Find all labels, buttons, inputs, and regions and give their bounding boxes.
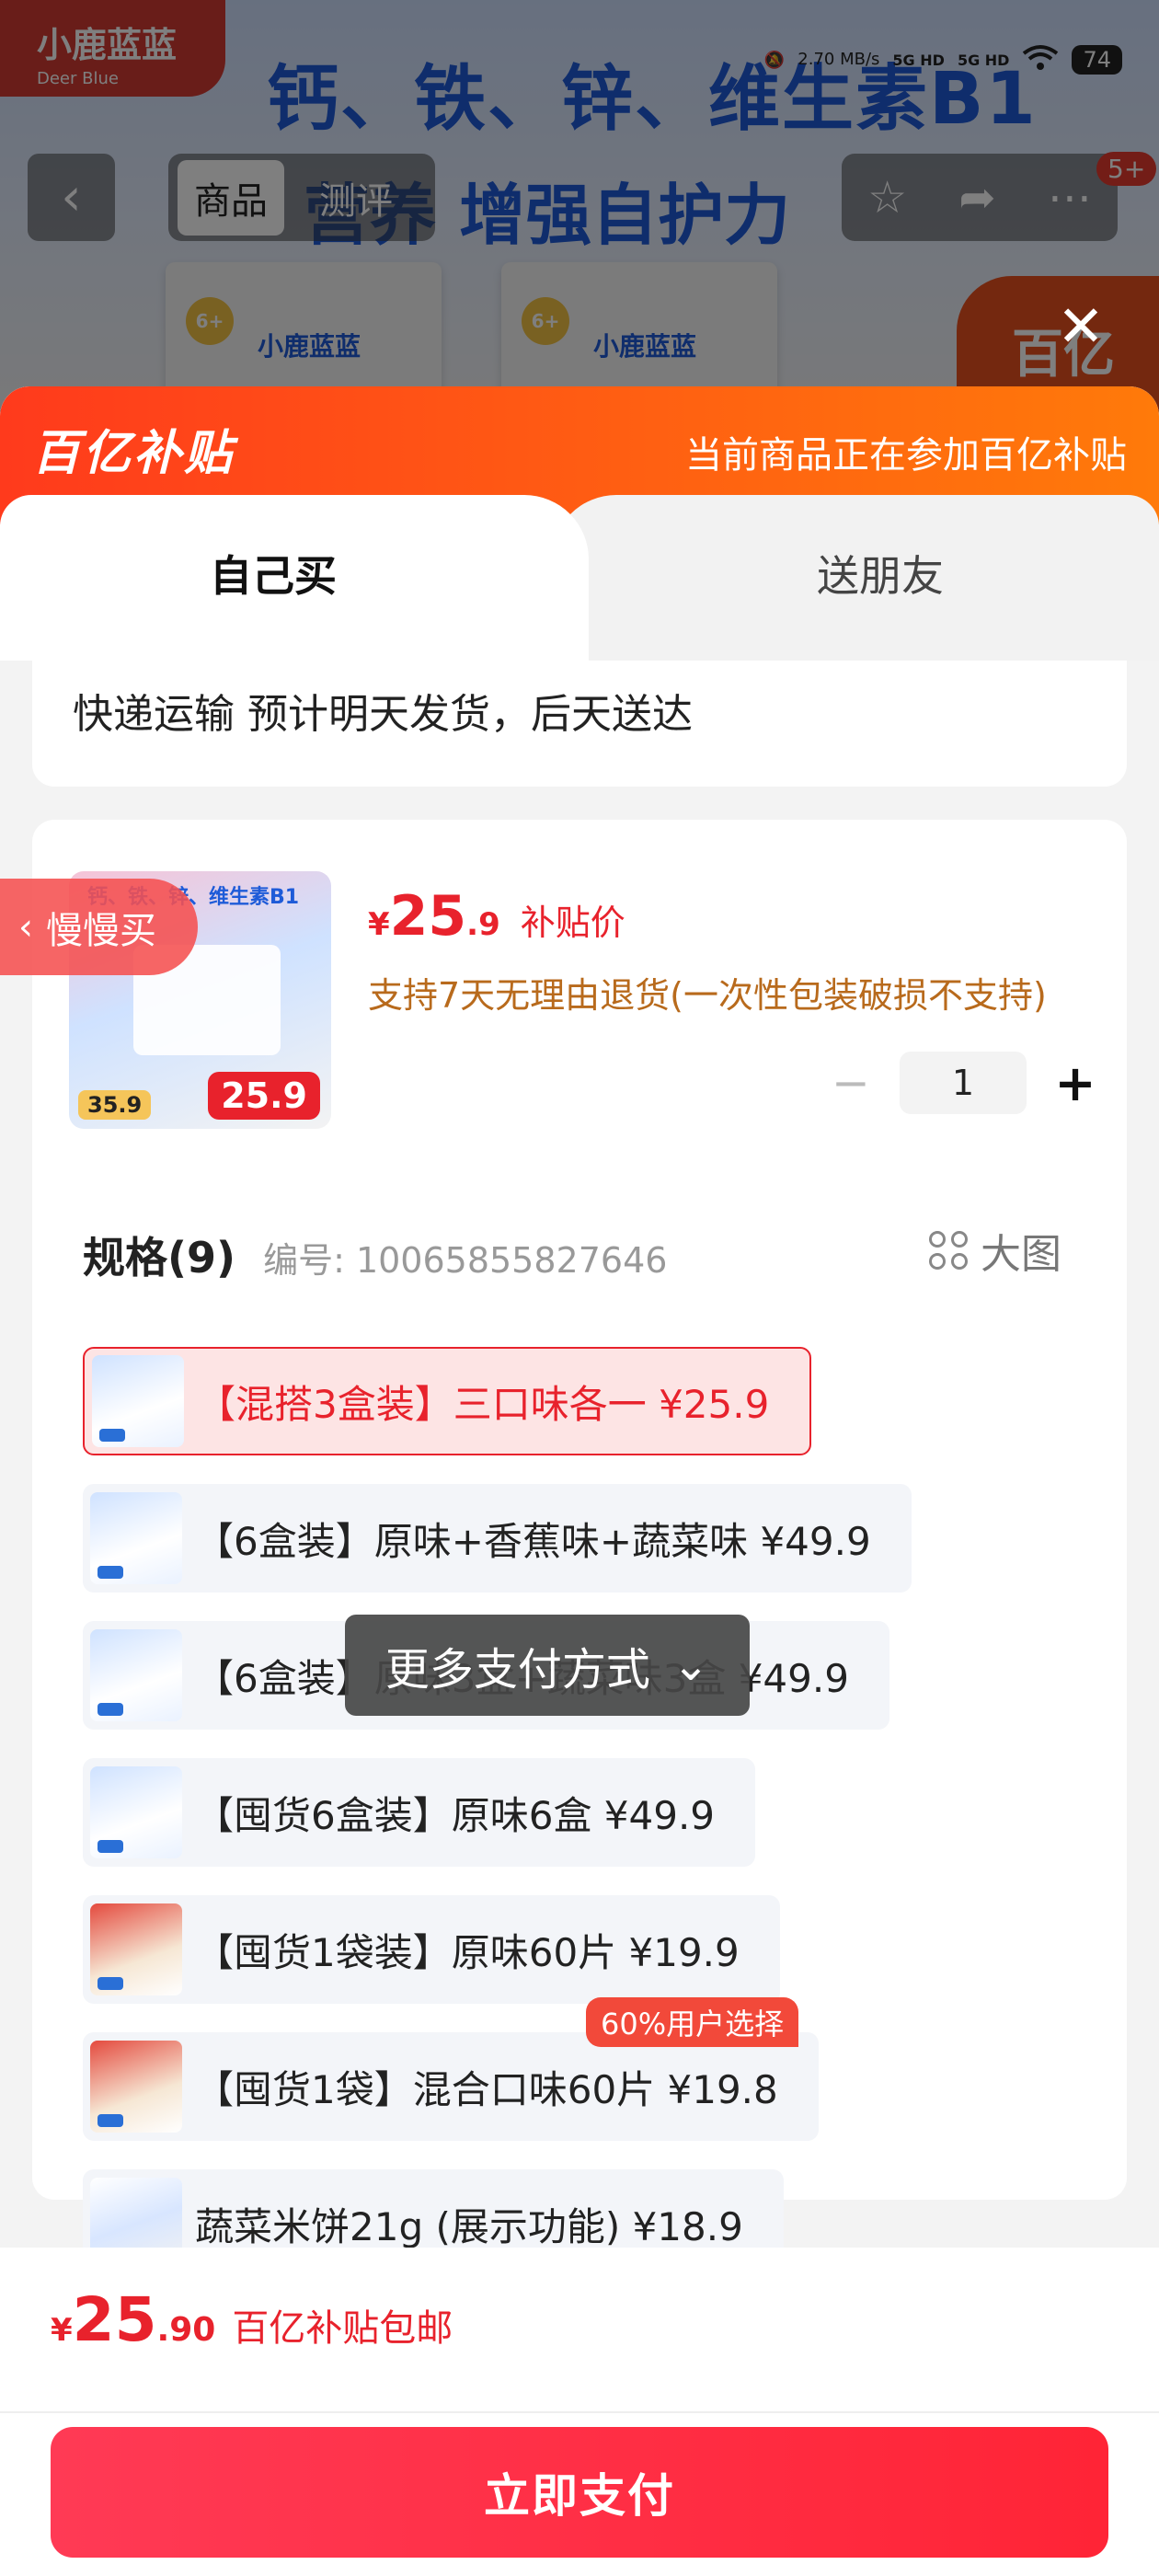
option-thumbnail (90, 2041, 182, 2133)
chevron-double-down-icon: ⌄ (671, 1639, 710, 1691)
free-shipping-label: 百亿补贴包邮 (232, 2307, 453, 2350)
price-decimal: .9 (466, 906, 500, 943)
total-integer: 25 (72, 2284, 157, 2355)
shipping-info: 快递运输 预计明天发货，后天送达 (73, 691, 693, 738)
total-decimal: .90 (156, 2311, 216, 2349)
grid-icon (929, 1231, 968, 1270)
dim-overlay[interactable] (0, 0, 1159, 432)
tab-buy-self[interactable]: 自己买 (210, 543, 337, 604)
slow-buy-button[interactable]: ‹ 慢慢买 (0, 879, 198, 975)
option-label: 【6盒装】原味+香蕉味+蔬菜味 ¥49.9 (195, 1518, 871, 1564)
spec-title: 规格(9) (83, 1233, 236, 1282)
spec-option[interactable]: 【6盒装】原味+香蕉味+蔬菜味 ¥49.9 (83, 1484, 912, 1593)
return-policy: 支持7天无理由退货(一次性包装破损不支持) (368, 975, 1047, 1016)
subsidy-price: ¥ 25 .9 补贴价 (368, 884, 625, 949)
shipping-card: 快递运输 预计明天发货，后天送达 (32, 661, 1127, 787)
thumb-original-price: 35.9 (78, 1090, 152, 1120)
big-image-button[interactable]: 大图 (929, 1221, 1061, 1280)
option-thumbnail (90, 1492, 182, 1584)
quantity-stepper: − 1 + (828, 1052, 1098, 1114)
close-icon[interactable]: ✕ (1049, 294, 1113, 359)
chevron-left-icon: ‹ (18, 905, 33, 949)
more-payment-button[interactable]: 更多支付方式 ⌄ (345, 1615, 750, 1716)
buy-mode-tabs: 自己买 送朋友 (0, 495, 1159, 662)
purchase-sheet: 百亿补贴 当前商品正在参加百亿补贴 自己买 送朋友 快递运输 预计明天发货，后天… (0, 386, 1159, 2576)
spec-option[interactable]: 【囤货1袋装】原味60片 ¥19.9 (83, 1895, 780, 2004)
pay-now-button[interactable]: 立即支付 (51, 2427, 1108, 2558)
price-integer: 25 (389, 884, 467, 949)
quantity-minus-button[interactable]: − (828, 1056, 874, 1110)
spec-option[interactable]: 【囤货6盒装】原味6盒 ¥49.9 (83, 1758, 756, 1867)
total-price: ¥ 25 .90 百亿补贴包邮 (51, 2284, 453, 2355)
popular-choice-badge: 60%用户选择 (586, 1997, 799, 2047)
spec-header: 规格(9) 编号: 10065855827646 (83, 1225, 667, 1285)
tab-send-friend[interactable]: 送朋友 (817, 543, 944, 604)
spec-option[interactable]: 【混搭3盒装】三口味各一 ¥25.9 (83, 1347, 812, 1455)
checkout-bar: ¥ 25 .90 百亿补贴包邮 立即支付 (0, 2248, 1159, 2576)
total-symbol: ¥ (51, 2312, 73, 2349)
thumb-price: 25.9 (208, 1072, 320, 1120)
big-image-label: 大图 (981, 1231, 1061, 1278)
option-label: 【混搭3盒装】三口味各一 ¥25.9 (197, 1381, 770, 1427)
option-thumbnail (92, 1355, 184, 1447)
option-label: 【囤货1袋】混合口味60片 ¥19.8 (195, 2066, 778, 2112)
slow-buy-label: 慢慢买 (46, 909, 156, 952)
subsidy-logo: 百亿补贴 (32, 426, 235, 481)
divider (0, 2411, 1159, 2413)
option-label: 【囤货6盒装】原味6盒 ¥49.9 (195, 1792, 716, 1838)
subsidy-note: 当前商品正在参加百亿补贴 (685, 434, 1127, 477)
option-thumbnail (90, 1903, 182, 1995)
quantity-plus-button[interactable]: + (1052, 1054, 1098, 1112)
option-thumbnail (90, 1629, 182, 1721)
option-thumbnail (90, 1766, 182, 1858)
quantity-input[interactable]: 1 (900, 1052, 1027, 1114)
product-card: 钙、铁、锌、维生素B1 35.9 25.9 ¥ 25 .9 补贴价 支持7天无理… (32, 820, 1127, 2278)
spec-option[interactable]: 【囤货1袋】混合口味60片 ¥19.8 (83, 2032, 819, 2141)
price-symbol: ¥ (368, 906, 390, 943)
price-label: 补贴价 (520, 903, 625, 943)
option-label: 【囤货1袋装】原味60片 ¥19.9 (195, 1929, 740, 1975)
product-code: 编号: 10065855827646 (263, 1240, 668, 1281)
more-payment-label: 更多支付方式 (384, 1644, 650, 1696)
option-label: 蔬菜米饼21g (展示功能) ¥18.9 (195, 2203, 743, 2249)
